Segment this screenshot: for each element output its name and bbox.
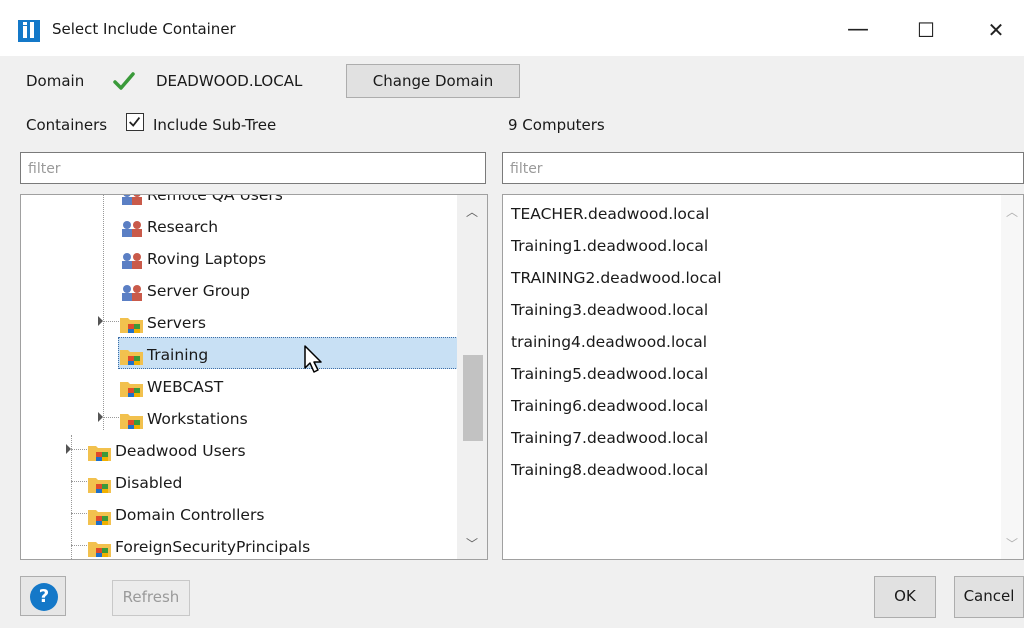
include-subtree-checkbox[interactable]: [126, 113, 144, 131]
list-item[interactable]: Training7.deadwood.local: [511, 429, 708, 447]
expand-arrow-icon[interactable]: [98, 412, 103, 422]
containers-filter-input[interactable]: filter: [20, 152, 486, 184]
ou-folder-icon: [88, 478, 111, 493]
containers-label: Containers: [26, 116, 108, 134]
folder-icon: [88, 542, 111, 557]
tree-line: [103, 195, 104, 430]
list-scrollbar[interactable]: ︿ ﹀: [1001, 195, 1023, 559]
domain-value: DEADWOOD.LOCAL: [156, 72, 303, 90]
tree-line: [71, 481, 87, 482]
cancel-button[interactable]: Cancel: [954, 576, 1024, 618]
dialog-window: Select Include Container — ☐ ✕ Domain DE…: [0, 4, 1024, 628]
list-item[interactable]: TEACHER.deadwood.local: [511, 205, 709, 223]
expand-arrow-icon[interactable]: [66, 444, 71, 454]
maximize-button[interactable]: ☐: [906, 16, 946, 44]
ou-folder-icon: [120, 350, 143, 365]
checkmark-icon: [113, 72, 135, 90]
scroll-down-icon[interactable]: ﹀: [1001, 535, 1023, 552]
help-icon: ?: [30, 583, 58, 611]
list-item[interactable]: Training8.deadwood.local: [511, 461, 708, 479]
list-item[interactable]: Training3.deadwood.local: [511, 301, 708, 319]
list-item[interactable]: training4.deadwood.local: [511, 333, 707, 351]
ou-folder-icon: [120, 414, 143, 429]
computers-list[interactable]: TEACHER.deadwood.local Training1.deadwoo…: [502, 194, 1024, 560]
minimize-button[interactable]: —: [838, 16, 878, 44]
group-icon: [122, 221, 142, 237]
ok-button[interactable]: OK: [874, 576, 936, 618]
domain-label: Domain: [26, 72, 85, 90]
ou-folder-icon: [88, 446, 111, 461]
include-subtree-label: Include Sub-Tree: [153, 116, 277, 134]
ou-folder-icon: [120, 318, 143, 333]
tree-line: [103, 417, 119, 418]
mouse-cursor-icon: [304, 345, 322, 373]
tree-line: [71, 513, 87, 514]
group-icon: [122, 285, 142, 301]
checkbox-check-icon: [129, 117, 141, 127]
title-bar: Select Include Container — ☐ ✕: [0, 4, 1024, 56]
group-icon: [122, 195, 142, 205]
group-icon: [122, 253, 142, 269]
expand-arrow-icon[interactable]: [98, 316, 103, 326]
tree-line: [71, 435, 72, 559]
change-domain-button[interactable]: Change Domain: [346, 64, 520, 98]
scroll-up-icon[interactable]: ︿: [1001, 203, 1023, 220]
containers-tree[interactable]: Remote QA Users Research Roving Laptops …: [20, 194, 488, 560]
list-item[interactable]: Training6.deadwood.local: [511, 397, 708, 415]
tree-scrollbar[interactable]: ︿ ﹀: [457, 195, 487, 559]
ou-folder-icon: [88, 510, 111, 525]
app-info-icon: [18, 20, 40, 42]
computers-filter-input[interactable]: filter: [502, 152, 1024, 184]
window-title: Select Include Container: [52, 20, 236, 38]
list-item[interactable]: Training5.deadwood.local: [511, 365, 708, 383]
tree-line: [71, 449, 87, 450]
close-button[interactable]: ✕: [976, 16, 1016, 44]
scroll-down-icon[interactable]: ﹀: [457, 535, 487, 552]
tree-line: [103, 321, 119, 322]
scroll-up-icon[interactable]: ︿: [457, 203, 487, 220]
list-item[interactable]: Training1.deadwood.local: [511, 237, 708, 255]
ou-folder-icon: [120, 382, 143, 397]
tree-line: [71, 545, 87, 546]
scroll-thumb[interactable]: [463, 355, 483, 441]
refresh-button[interactable]: Refresh: [112, 580, 190, 616]
computers-count-header: 9 Computers: [508, 116, 605, 134]
help-button[interactable]: ?: [20, 576, 66, 616]
list-item[interactable]: TRAINING2.deadwood.local: [511, 269, 722, 287]
